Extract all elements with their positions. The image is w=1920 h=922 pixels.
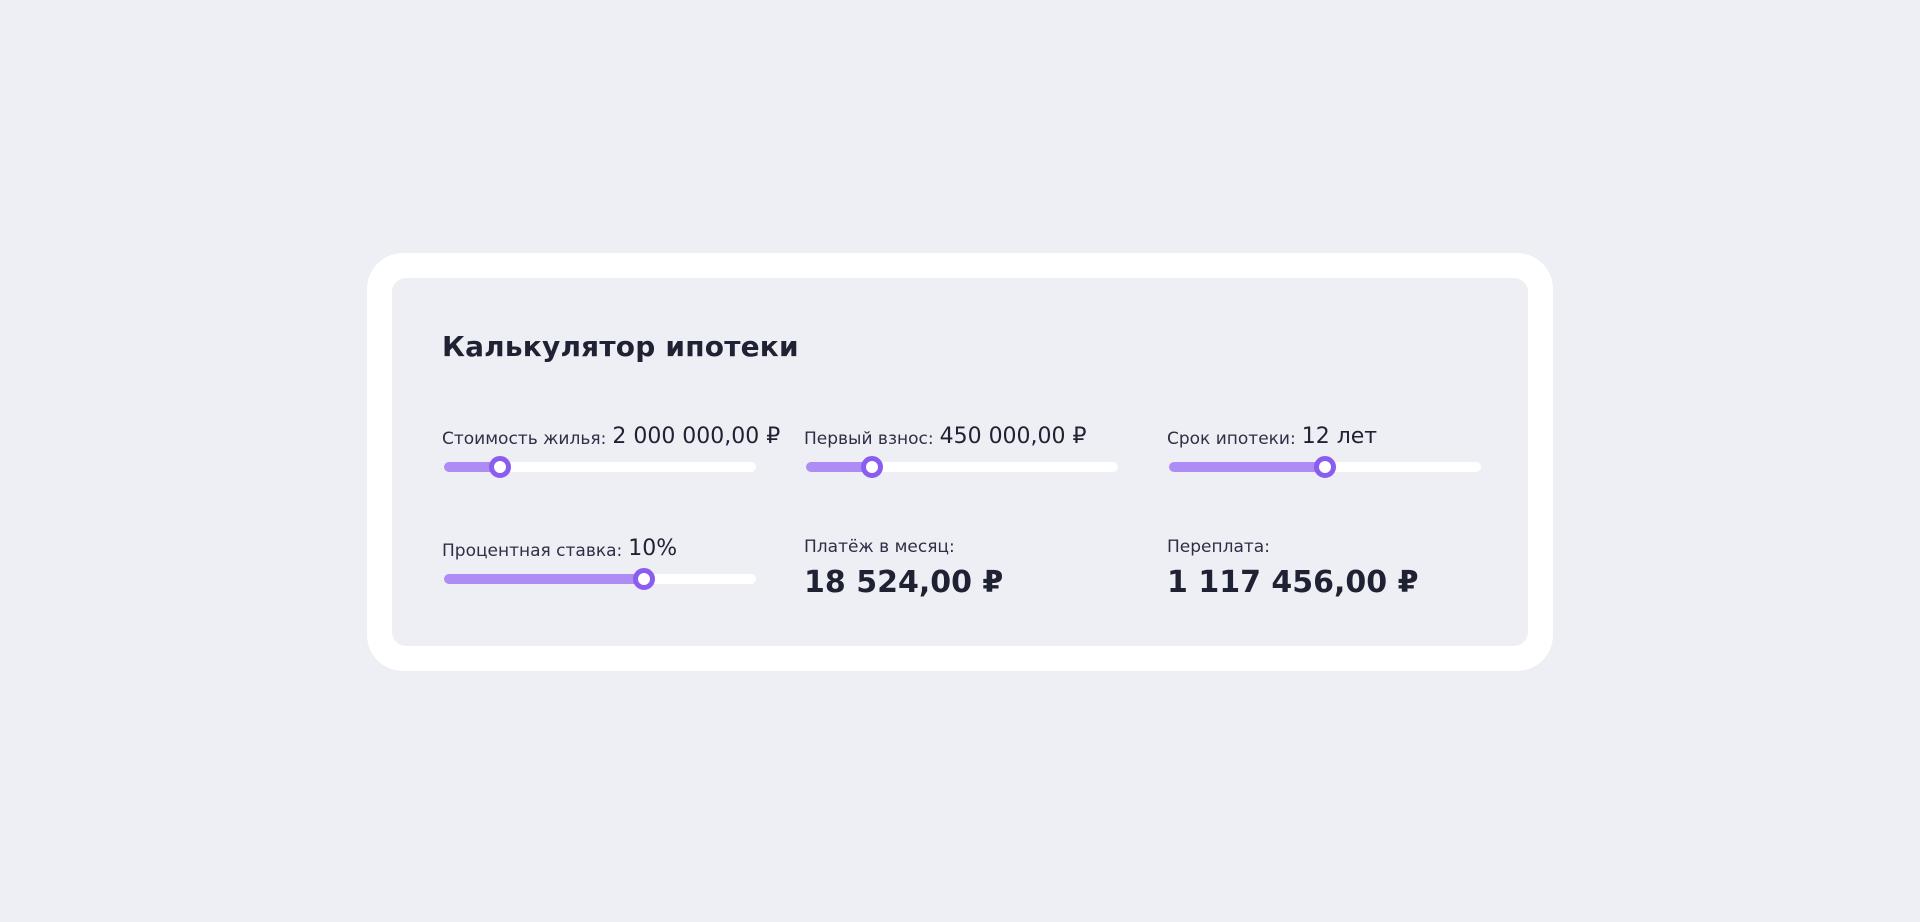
down-payment-label: Первый взнос: [804,429,934,449]
mortgage-calculator-card: Калькулятор ипотеки Стоимость жилья: 2 0… [367,253,1553,671]
price-field: Стоимость жилья: 2 000 000,00 ₽ [442,420,780,478]
monthly-payment-label: Платёж в месяц: [804,537,955,557]
term-label: Срок ипотеки: [1167,429,1296,449]
mortgage-calculator-panel: Калькулятор ипотеки Стоимость жилья: 2 0… [392,278,1528,646]
term-field: Срок ипотеки: 12 лет [1167,420,1481,478]
down-payment-value: 450 000,00 ₽ [939,424,1087,449]
overpayment-result: Переплата: 1 117 456,00 ₽ [1167,532,1481,600]
rate-label: Процентная ставка: [442,541,623,561]
monthly-payment-result: Платёж в месяц: 18 524,00 ₽ [804,532,1118,600]
monthly-payment-value: 18 524,00 ₽ [804,565,1004,600]
price-slider-thumb[interactable] [489,456,512,478]
down-payment-slider[interactable] [806,456,1118,478]
term-slider[interactable] [1169,456,1481,478]
rate-slider-fill [444,574,644,584]
price-value: 2 000 000,00 ₽ [612,424,781,449]
rate-slider-thumb[interactable] [632,568,655,590]
rate-slider[interactable] [444,568,756,590]
price-label: Стоимость жилья: [442,429,607,449]
price-slider[interactable] [444,456,756,478]
down-payment-field: Первый взнос: 450 000,00 ₽ [804,420,1118,478]
calculator-title: Калькулятор ипотеки [442,330,799,363]
rate-field: Процентная ставка: 10% [442,532,756,590]
overpayment-value: 1 117 456,00 ₽ [1167,565,1419,600]
term-slider-fill [1169,462,1325,472]
overpayment-label: Переплата: [1167,537,1270,557]
down-payment-slider-thumb[interactable] [860,456,883,478]
term-value: 12 лет [1301,424,1378,449]
term-slider-thumb[interactable] [1314,456,1336,478]
rate-value: 10% [628,536,678,561]
